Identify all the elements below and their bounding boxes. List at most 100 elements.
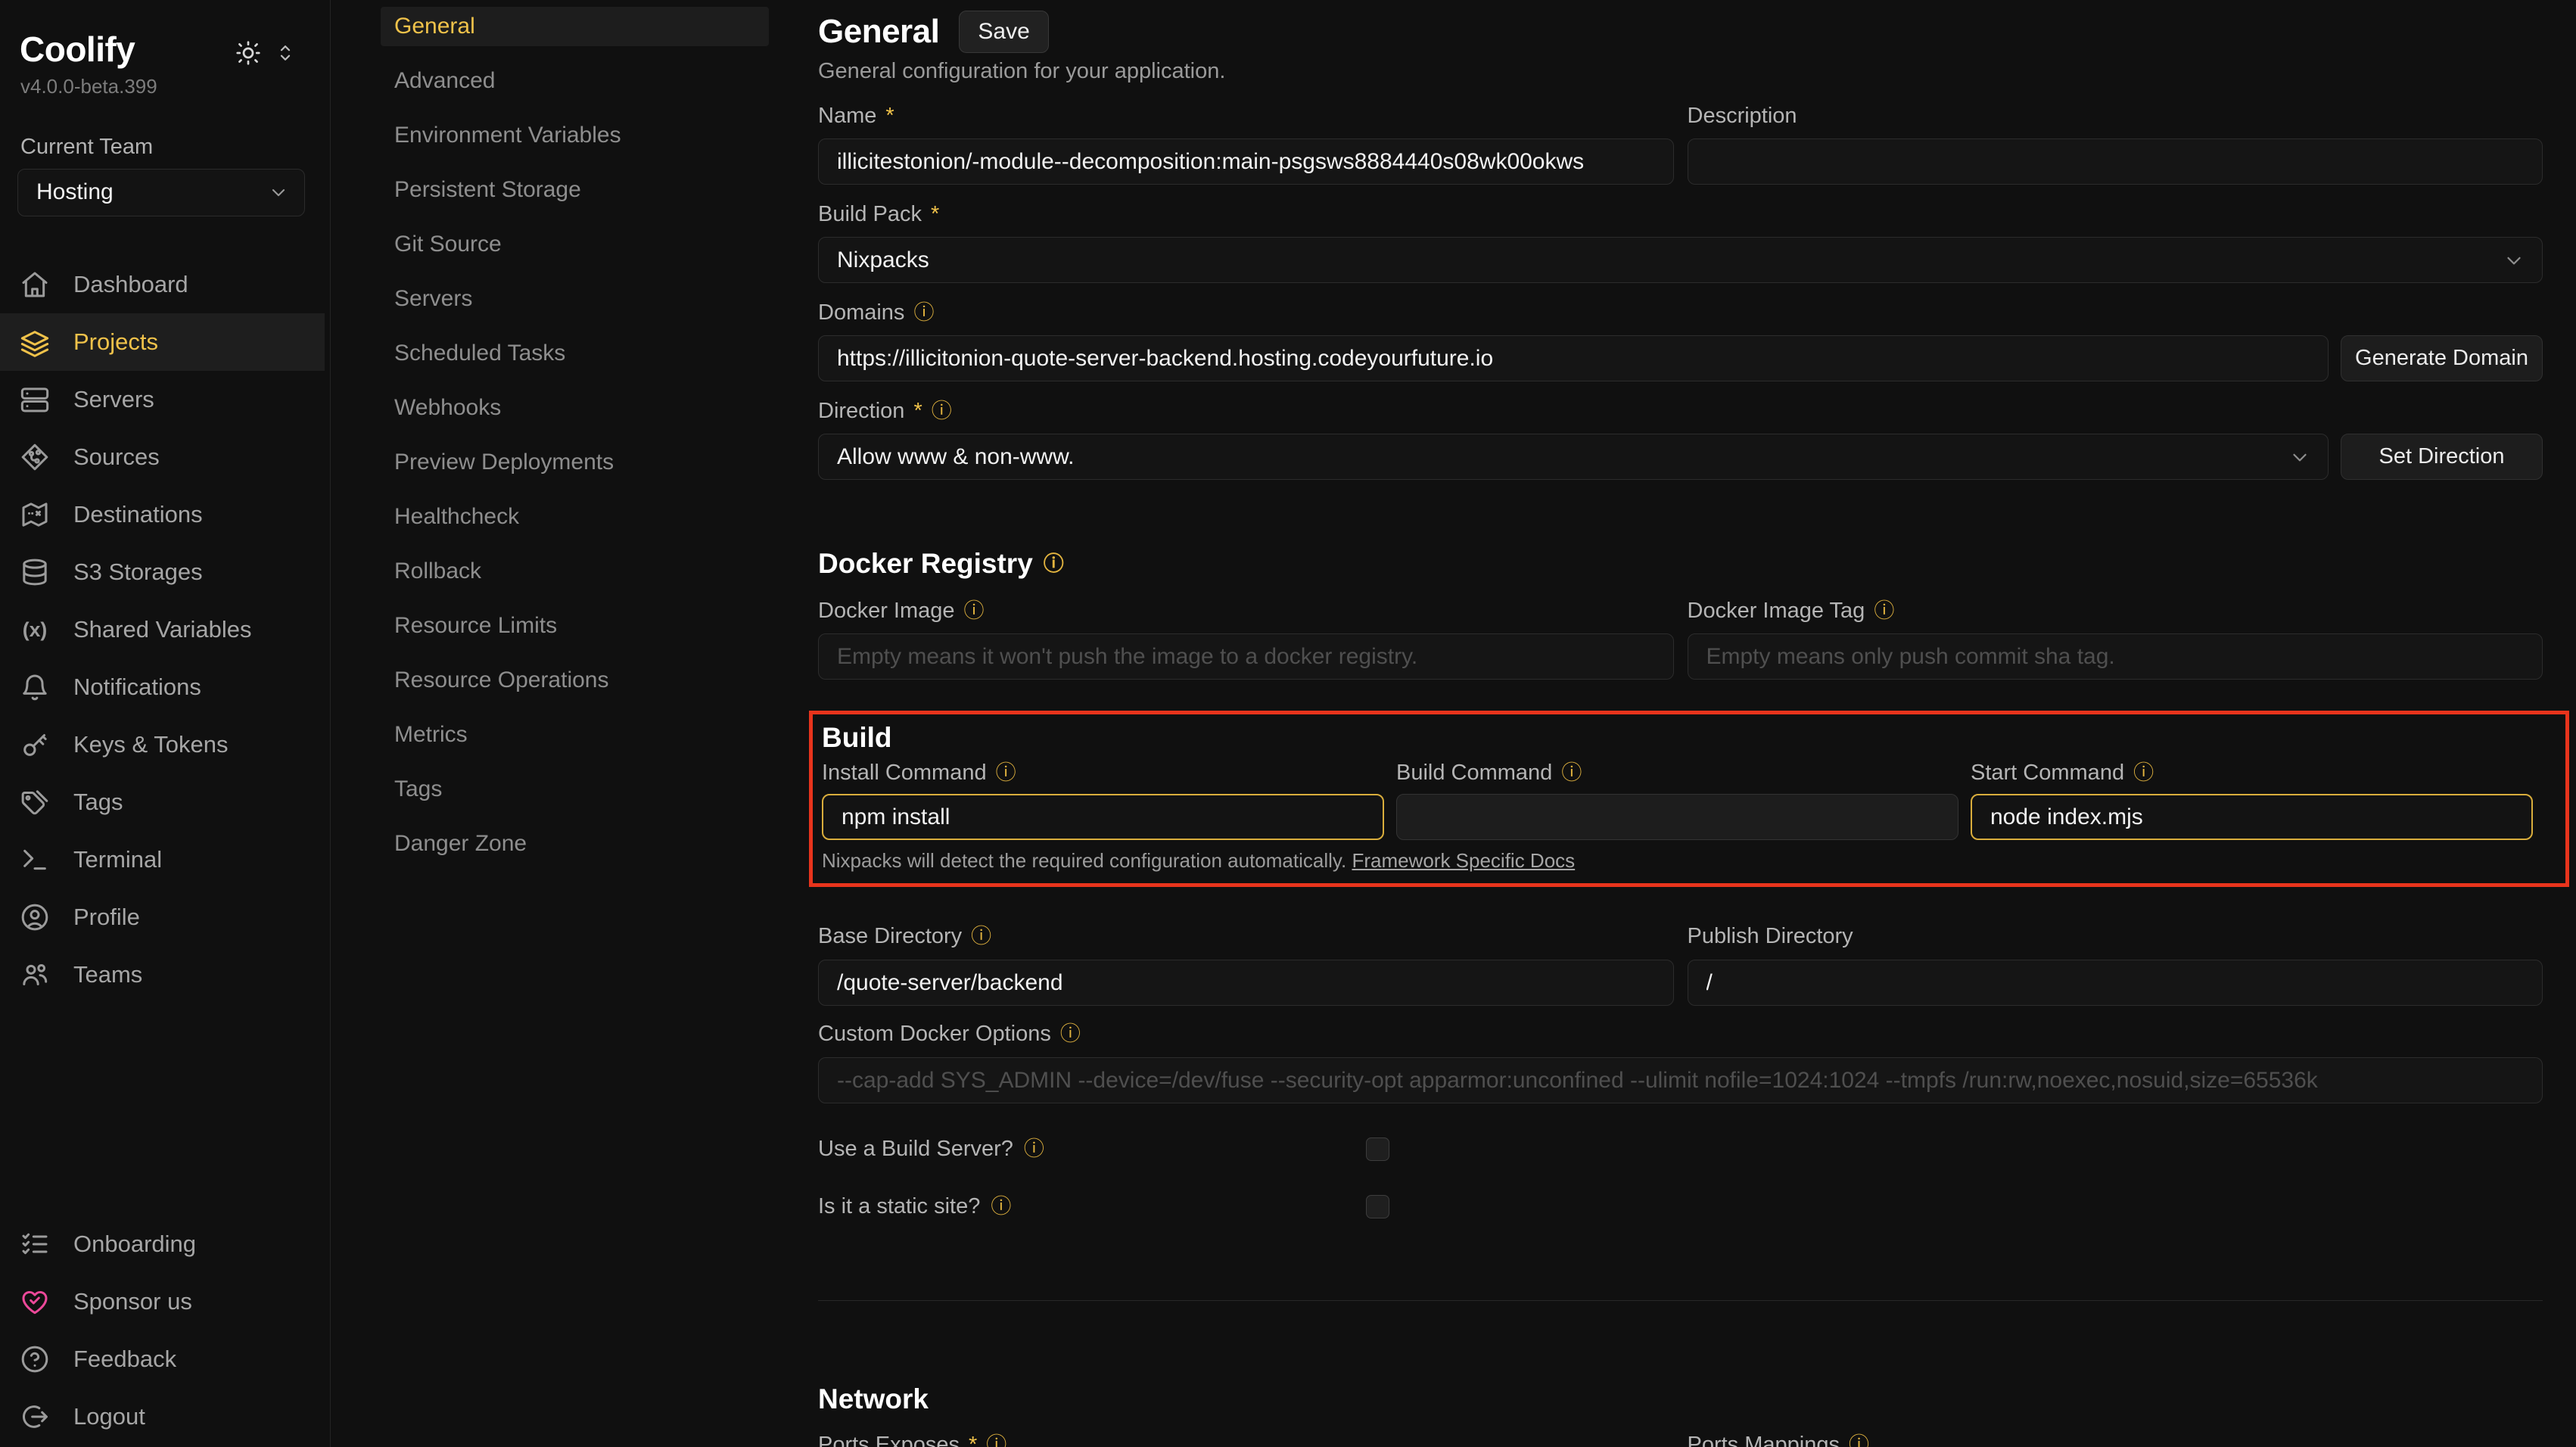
sidebar-item-tags[interactable]: Tags (0, 773, 325, 831)
nav-item-servers[interactable]: Servers (381, 279, 769, 319)
description-label: Description (1688, 104, 1797, 129)
domains-input[interactable] (818, 335, 2329, 381)
nav-item-scheduled-tasks[interactable]: Scheduled Tasks (381, 334, 769, 373)
section-divider (818, 1300, 2543, 1301)
main-content: General Save General configuration for y… (787, 0, 2576, 1447)
theme-toggle-sun-icon[interactable] (235, 39, 262, 67)
static-site-label-row: Is it a static site? ⓘ (818, 1194, 1366, 1219)
sidebar-item-logout[interactable]: Logout (0, 1388, 325, 1445)
build-pack-label: Build Pack (818, 202, 922, 227)
info-icon[interactable]: ⓘ (964, 601, 985, 621)
info-icon[interactable]: ⓘ (1561, 763, 1582, 783)
nav-item-preview-deployments[interactable]: Preview Deployments (381, 443, 769, 482)
nav-item-metrics[interactable]: Metrics (381, 715, 769, 755)
nav-item-healthcheck[interactable]: Healthcheck (381, 497, 769, 537)
sidebar-item-keys-tokens[interactable]: Keys & Tokens (0, 716, 325, 773)
sidebar-item-projects[interactable]: Projects (0, 313, 325, 371)
build-server-checkbox[interactable] (1366, 1137, 1389, 1161)
info-icon[interactable]: ⓘ (971, 926, 991, 947)
version-switcher-chevrons-icon[interactable] (274, 42, 297, 64)
server-icon (20, 384, 50, 415)
info-icon[interactable]: ⓘ (996, 763, 1016, 783)
nav-item-danger-zone[interactable]: Danger Zone (381, 824, 769, 864)
nav-item-general[interactable]: General (381, 7, 769, 46)
required-asterisk: * (913, 399, 922, 424)
build-pack-label-row: Build Pack* (818, 201, 2543, 227)
sidebar-item-onboarding[interactable]: Onboarding (0, 1215, 325, 1273)
build-commands-grid: Install Command ⓘ Build Command ⓘ Start … (822, 760, 2533, 840)
publish-directory-input[interactable] (1688, 960, 2543, 1006)
required-asterisk: * (885, 104, 894, 129)
docker-image-tag-input[interactable] (1688, 633, 2543, 680)
nav-item-git-source[interactable]: Git Source (381, 225, 769, 264)
build-pack-select[interactable]: Nixpacks (818, 237, 2543, 283)
team-select[interactable]: Hosting (17, 169, 305, 216)
nav-item-webhooks[interactable]: Webhooks (381, 388, 769, 428)
sidebar-item-servers[interactable]: Servers (0, 371, 325, 428)
sidebar-item-shared-variables[interactable]: (x) Shared Variables (0, 601, 325, 658)
docker-registry-heading-row: Docker Registry ⓘ (818, 548, 2543, 580)
sidebar-item-sponsor-us[interactable]: Sponsor us (0, 1273, 325, 1330)
sidebar-item-teams[interactable]: Teams (0, 946, 325, 1004)
framework-docs-link[interactable]: Framework Specific Docs (1352, 849, 1575, 872)
install-command-label-row: Install Command ⓘ (822, 760, 1384, 786)
info-icon[interactable]: ⓘ (1024, 1139, 1044, 1159)
info-icon[interactable]: ⓘ (986, 1435, 1006, 1447)
direction-select[interactable]: Allow www & non-www. (818, 434, 2329, 480)
base-directory-input[interactable] (818, 960, 1674, 1006)
sidebar-item-destinations[interactable]: Destinations (0, 486, 325, 543)
build-command-input[interactable] (1396, 794, 1958, 840)
save-button[interactable]: Save (959, 11, 1048, 53)
sidebar: Coolify v4.0.0-beta.399 Current Team Hos… (0, 0, 331, 1447)
static-site-checkbox[interactable] (1366, 1195, 1389, 1218)
nav-item-resource-operations[interactable]: Resource Operations (381, 661, 769, 700)
nav-item-environment-variables[interactable]: Environment Variables (381, 116, 769, 155)
description-input[interactable] (1688, 138, 2543, 185)
start-command-input[interactable] (1971, 794, 2533, 840)
nav-item-advanced[interactable]: Advanced (381, 61, 769, 101)
sidebar-item-sources[interactable]: Sources (0, 428, 325, 486)
info-icon[interactable]: ⓘ (1044, 554, 1064, 574)
sidebar-item-profile[interactable]: Profile (0, 888, 325, 946)
nav-item-rollback[interactable]: Rollback (381, 552, 769, 591)
info-icon[interactable]: ⓘ (1060, 1024, 1081, 1044)
nav-item-tags[interactable]: Tags (381, 770, 769, 809)
network-heading-row: Network (818, 1383, 2543, 1415)
info-icon[interactable]: ⓘ (2133, 763, 2154, 783)
generate-domain-button[interactable]: Generate Domain (2341, 335, 2543, 381)
required-asterisk: * (969, 1433, 977, 1447)
info-icon[interactable]: ⓘ (1874, 601, 1894, 621)
info-icon[interactable]: ⓘ (1849, 1435, 1869, 1447)
info-icon[interactable]: ⓘ (991, 1196, 1011, 1217)
sidebar-item-dashboard[interactable]: Dashboard (0, 256, 325, 313)
start-command-label-row: Start Command ⓘ (1971, 760, 2533, 786)
page-subtitle: General configuration for your applicati… (818, 59, 2543, 84)
sidebar-item-feedback[interactable]: Feedback (0, 1330, 325, 1388)
docker-image-input[interactable] (818, 633, 1674, 680)
map-icon (20, 499, 50, 530)
set-direction-button[interactable]: Set Direction (2341, 434, 2543, 480)
nav-item-resource-limits[interactable]: Resource Limits (381, 606, 769, 646)
app-version: v4.0.0-beta.399 (0, 75, 330, 98)
variable-icon: (x) (20, 615, 50, 645)
sidebar-item-label: Projects (73, 328, 158, 356)
sidebar-item-terminal[interactable]: Terminal (0, 831, 325, 888)
sidebar-footer-menu: Onboarding Sponsor us Feedback Logout (0, 1215, 330, 1447)
help-circle-icon (20, 1344, 50, 1374)
sidebar-item-notifications[interactable]: Notifications (0, 658, 325, 716)
direction-label: Direction (818, 399, 904, 424)
info-icon[interactable]: ⓘ (932, 401, 952, 422)
start-command-label: Start Command (1971, 761, 2124, 786)
app-logo: Coolify (20, 30, 135, 69)
sidebar-item-s3-storages[interactable]: S3 Storages (0, 543, 325, 601)
domains-label-row: Domains ⓘ (818, 300, 2543, 325)
install-command-input[interactable] (822, 794, 1384, 840)
custom-docker-options-input[interactable] (818, 1057, 2543, 1103)
name-input[interactable] (818, 138, 1674, 185)
chevron-down-icon (2503, 249, 2525, 272)
user-circle-icon (20, 902, 50, 932)
nav-item-persistent-storage[interactable]: Persistent Storage (381, 170, 769, 210)
info-icon[interactable]: ⓘ (913, 303, 934, 323)
base-directory-label: Base Directory (818, 924, 962, 949)
custom-docker-options-label: Custom Docker Options (818, 1022, 1051, 1047)
